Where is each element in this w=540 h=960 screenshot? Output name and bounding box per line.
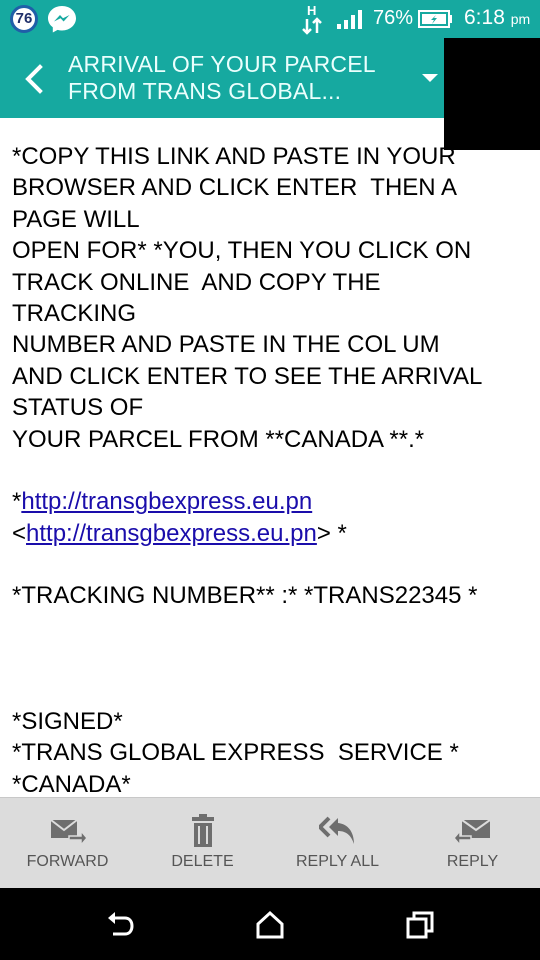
reply-button[interactable]: REPLY — [405, 798, 540, 889]
battery-percent: 76% — [373, 7, 414, 29]
country-line: *CANADA* — [12, 770, 131, 797]
recents-icon[interactable] — [405, 910, 435, 940]
body-line: NUMBER AND PASTE IN THE COL UM — [12, 331, 440, 359]
reply-all-button[interactable]: REPLY ALL — [270, 798, 405, 889]
forward-button[interactable]: FORWARD — [0, 798, 135, 889]
delete-button[interactable]: DELETE — [135, 798, 270, 889]
status-bar: 76 H 76% 6:18 pm — [0, 0, 540, 38]
body-line: OPEN FOR* *YOU, THEN YOU CLICK ON — [12, 237, 472, 265]
reply-all-icon — [319, 816, 354, 844]
system-navigation-bar — [0, 888, 540, 960]
subject-line-1: ARRIVAL OF YOUR PARCEL — [68, 51, 376, 77]
clock: 6:18 pm — [464, 6, 530, 30]
body-line: STATUS OF — [12, 394, 144, 422]
notification-badge-icon: 76 — [10, 5, 38, 33]
clock-time: 6:18 — [464, 6, 505, 29]
body-line: YOUR PARCEL FROM **CANADA **.* — [12, 425, 425, 453]
tracking-number-line: *TRACKING NUMBER** :* *TRANS22345 * — [12, 582, 478, 610]
message-toolbar: FORWARD DELETE REPLY ALL REPLY — [0, 797, 540, 888]
svg-text:H: H — [307, 3, 316, 18]
message-subject[interactable]: ARRIVAL OF YOUR PARCEL FROM TRANS GLOBAL… — [68, 51, 398, 105]
body-line: AND CLICK ENTER TO SEE THE ARRIVAL — [12, 362, 483, 390]
tracking-link-bracketed[interactable]: http://transgbexpress.eu.pn — [26, 520, 317, 547]
subject-line-2: FROM TRANS GLOBAL... — [68, 78, 342, 104]
link-line-1: *http://transgbexpress.eu.pn — [12, 486, 532, 517]
signed-line: *SIGNED* — [12, 708, 123, 736]
link-line-2: <http://transgbexpress.eu.pn> * — [12, 518, 532, 549]
home-icon[interactable] — [255, 910, 285, 940]
link-prefix: * — [12, 488, 22, 516]
tracking-link[interactable]: http://transgbexpress.eu.pn — [21, 488, 312, 515]
body-line: TRACK ONLINE AND COPY THE — [12, 268, 381, 296]
body-line: TRACKING — [12, 299, 137, 327]
link-suffix: > * — [316, 519, 347, 547]
reply-label: REPLY — [446, 853, 499, 870]
body-line: BROWSER AND CLICK ENTER THEN A — [12, 174, 457, 202]
back-arrow-icon[interactable] — [22, 64, 46, 94]
signal-icon — [337, 10, 362, 29]
reply-all-label: REPLY ALL — [295, 853, 380, 870]
dropdown-caret-icon[interactable] — [421, 72, 439, 84]
back-icon[interactable] — [105, 910, 135, 940]
message-body: *COPY THIS LINK AND PASTE IN YOUR BROWSE… — [12, 141, 532, 797]
forward-mail-icon — [50, 819, 87, 848]
clock-suffix: pm — [510, 11, 531, 27]
forward-label: FORWARD — [26, 853, 109, 870]
reply-mail-icon — [454, 819, 491, 848]
redaction-box — [444, 38, 540, 150]
battery-charging-icon — [418, 10, 452, 28]
delete-label: DELETE — [171, 853, 234, 870]
link-prefix: < — [12, 519, 27, 547]
company-line: *TRANS GLOBAL EXPRESS SERVICE * — [12, 739, 459, 767]
messenger-icon — [48, 6, 76, 33]
body-line: PAGE WILL — [12, 205, 140, 233]
badge-count: 76 — [15, 10, 33, 27]
trash-icon — [192, 814, 214, 847]
network-hplus-icon: H — [302, 3, 322, 35]
